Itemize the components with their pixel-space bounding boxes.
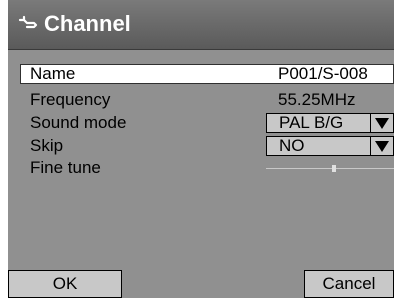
triangle-down-icon <box>375 118 389 129</box>
title-bar: Channel <box>8 0 394 50</box>
row-name[interactable]: Name P001/S-008 <box>20 64 394 84</box>
row-skip: Skip NO <box>20 136 394 156</box>
channel-dialog: Channel Name P001/S-008 Frequency 55.25M… <box>8 0 394 298</box>
page-title: Channel <box>44 11 131 36</box>
sound-mode-dropdown-button[interactable] <box>370 114 393 132</box>
wrench-icon <box>18 15 38 29</box>
sound-mode-select[interactable]: PAL B/G <box>266 113 394 133</box>
row-sound-mode: Sound mode PAL B/G <box>20 113 394 133</box>
name-value: P001/S-008 <box>278 64 368 83</box>
cancel-button[interactable]: Cancel <box>304 270 394 298</box>
skip-dropdown-button[interactable] <box>370 137 393 155</box>
sound-mode-label: Sound mode <box>30 113 127 132</box>
sound-mode-value: PAL B/G <box>279 113 344 132</box>
frequency-label: Frequency <box>30 90 111 109</box>
row-fine-tune: Fine tune <box>20 158 394 178</box>
ok-button[interactable]: OK <box>8 270 122 298</box>
fine-tune-slider-track <box>266 168 394 169</box>
fine-tune-slider[interactable] <box>266 158 394 178</box>
triangle-down-icon <box>375 141 389 152</box>
skip-select[interactable]: NO <box>266 136 394 156</box>
skip-value: NO <box>279 136 305 155</box>
skip-label: Skip <box>30 136 64 155</box>
frequency-value: 55.25MHz <box>278 90 356 109</box>
row-frequency[interactable]: Frequency 55.25MHz <box>20 90 394 110</box>
fine-tune-label: Fine tune <box>30 158 101 177</box>
screen: Channel Name P001/S-008 Frequency 55.25M… <box>0 0 394 298</box>
fine-tune-slider-thumb[interactable] <box>332 165 336 172</box>
name-label: Name <box>30 64 76 83</box>
